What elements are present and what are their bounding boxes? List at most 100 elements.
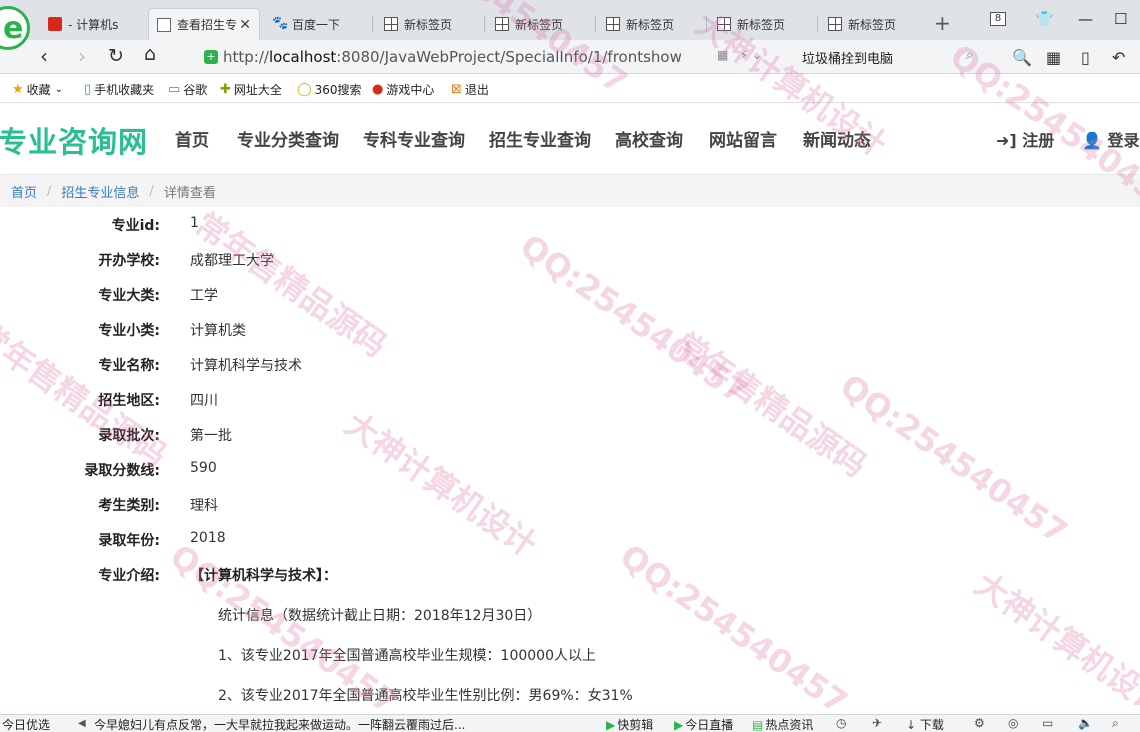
undo-icon[interactable]: ↶: [1112, 48, 1125, 67]
site-logo[interactable]: 专业咨询网: [0, 119, 148, 161]
browser-tab[interactable]: 🐾 百度一下: [264, 8, 368, 40]
maximize-icon[interactable]: ☐: [1114, 10, 1127, 28]
security-shield-icon: +: [204, 50, 218, 64]
apps-grid-icon[interactable]: ▦: [1046, 48, 1061, 67]
compass-icon: ✚: [220, 82, 231, 97]
bookmark-item[interactable]: ⊠ 退出: [451, 81, 489, 98]
grid-icon: [828, 17, 842, 31]
play-icon: ▶: [674, 718, 684, 732]
tab-count-badge[interactable]: 8: [990, 12, 1006, 26]
browser-tab[interactable]: 新标签页: [820, 8, 926, 40]
search-ring-icon: ◯: [297, 82, 312, 97]
volume-icon[interactable]: 🔈: [1078, 716, 1093, 730]
document-icon: [157, 17, 171, 32]
address-bar: ‹ › ↻ ⌂ + http://localhost:8080/JavaWebP…: [0, 40, 1140, 74]
bookmark-item[interactable]: ▭ 谷歌: [168, 81, 207, 98]
live-button[interactable]: ▶ 今日直播: [674, 716, 733, 732]
grid-icon: [384, 17, 398, 31]
new-tab-button[interactable]: +: [934, 11, 951, 35]
grid-icon: [495, 17, 509, 31]
bookmark-item[interactable]: ▯ 手机收藏夹: [84, 81, 154, 98]
nav-item-home[interactable]: 首页: [175, 126, 209, 151]
nav-item-enrollment-major[interactable]: 招生专业查询: [489, 126, 591, 151]
field-value: 计算机科学与技术: [190, 358, 302, 374]
back-icon[interactable]: ‹: [40, 44, 48, 68]
browser-tab[interactable]: 新标签页: [598, 8, 704, 40]
download-icon: ↓: [906, 718, 917, 732]
tab-title: 百度一下: [292, 17, 341, 32]
intro-line: 1、该专业2017年全国普通高校毕业生规模：100000人以上: [218, 648, 596, 664]
field-value: 计算机类: [190, 323, 246, 339]
breadcrumb-home[interactable]: 首页: [11, 182, 37, 201]
phone-icon: ▯: [84, 82, 92, 97]
sign-in-icon: ➜]: [996, 131, 1017, 150]
field-label: 专业名称:: [98, 358, 160, 374]
bookmark-item[interactable]: ◯ 360搜索: [297, 81, 361, 98]
bookmarks-bar: ★ 收藏 ⌄ ▯ 手机收藏夹 ▭ 谷歌 ✚ 网址大全 ◯ 360搜索 ● 游戏中心 ⊠ 退出: [0, 75, 1140, 103]
detail-row: 录取年份: 2018: [0, 522, 900, 557]
grid-icon: [717, 17, 731, 31]
detail-row: 录取批次: 第一批: [0, 417, 900, 452]
field-value: 1: [190, 215, 199, 231]
quick-clip-button[interactable]: ▶ 快剪辑: [606, 716, 653, 732]
field-label: 开办学校:: [98, 253, 160, 269]
forward-icon[interactable]: ›: [78, 44, 86, 68]
today-picks-link[interactable]: 今日优选: [2, 716, 50, 732]
tab-title: 新标签页: [626, 17, 675, 32]
breadcrumb: 首页 / 招生专业信息 / 详情查看: [0, 175, 1140, 207]
field-label: 专业大类:: [98, 288, 160, 304]
nav-item-university[interactable]: 高校查询: [615, 126, 683, 151]
close-icon[interactable]: ✕: [239, 17, 251, 33]
tab-title: 新标签页: [737, 17, 786, 32]
browser-tab[interactable]: 新标签页: [487, 8, 593, 40]
refresh-icon[interactable]: ↻: [108, 45, 124, 67]
browser-tab[interactable]: 新标签页: [709, 8, 815, 40]
red-square-icon: [48, 17, 62, 31]
settings-icon[interactable]: ⚙: [974, 716, 985, 730]
search-icon[interactable]: ⌕: [966, 48, 973, 63]
search-icon[interactable]: ⌕: [1112, 716, 1119, 731]
nav-item-college-major[interactable]: 专科专业查询: [363, 126, 465, 151]
field-label: 录取年份:: [98, 533, 160, 549]
bookmark-item[interactable]: ✚ 网址大全: [220, 81, 282, 98]
home-icon[interactable]: ⌂: [144, 43, 156, 65]
speed-mode-icon[interactable]: ▦ ⚡ ⌄: [717, 48, 762, 62]
globe-icon[interactable]: ◎: [1008, 716, 1018, 730]
nav-item-news[interactable]: 新闻动态: [803, 126, 871, 151]
chevron-down-icon: ⌄: [54, 84, 64, 95]
browser-tab-active[interactable]: 查看招生专 ✕: [148, 8, 260, 40]
detail-row: 专业小类: 计算机类: [0, 312, 900, 347]
hot-news-button[interactable]: ▤ 热点资讯: [752, 716, 813, 732]
nav-item-major-category[interactable]: 专业分类查询: [237, 126, 339, 151]
news-ticker[interactable]: 今早媳妇儿有点反常，一大早就拉我起来做运动。一阵翻云覆雨过后...: [94, 716, 465, 732]
detail-row: 专业名称: 计算机科学与技术: [0, 347, 900, 382]
field-value: 590: [190, 460, 217, 476]
tab-title: 查看招生专: [177, 18, 238, 32]
nav-item-message[interactable]: 网站留言: [709, 126, 777, 151]
play-icon: ▶: [606, 718, 616, 732]
window-icon[interactable]: ▭: [1042, 716, 1053, 730]
pin-icon[interactable]: ✈: [872, 716, 882, 730]
browser-tab[interactable]: 新标签页: [376, 8, 482, 40]
baidu-paw-icon: 🐾: [272, 16, 289, 31]
bookmark-item[interactable]: ★ 收藏 ⌄: [12, 81, 66, 98]
field-label: 专业介绍:: [98, 568, 160, 584]
breadcrumb-section[interactable]: 招生专业信息: [61, 182, 139, 201]
detail-row: 考生类别: 理科: [0, 487, 900, 522]
login-link[interactable]: 👤 登录: [1082, 127, 1140, 151]
register-link[interactable]: ➜] 注册: [996, 127, 1054, 151]
browser-tab[interactable]: - 计算机s: [40, 8, 144, 40]
detail-row: 专业介绍:: [0, 557, 900, 592]
url-input[interactable]: + http://localhost:8080/JavaWebProject/S…: [192, 44, 784, 70]
grid-icon: [606, 17, 620, 31]
search-input[interactable]: 垃圾桶拴到电脑: [802, 48, 893, 67]
bookmark-item[interactable]: ● 游戏中心: [372, 81, 434, 98]
minimize-icon[interactable]: —: [1078, 10, 1093, 28]
magnifier-icon[interactable]: 🔍: [1012, 48, 1032, 67]
tablet-icon[interactable]: ▯: [1081, 48, 1090, 67]
intro-line: 统计信息（数据统计截止日期：2018年12月30日）: [218, 608, 542, 624]
shirt-skin-icon[interactable]: 👕: [1035, 10, 1054, 28]
clock-icon[interactable]: ◷: [836, 716, 846, 730]
page-icon: ▭: [168, 82, 181, 97]
download-button[interactable]: ↓ 下载: [906, 716, 944, 732]
